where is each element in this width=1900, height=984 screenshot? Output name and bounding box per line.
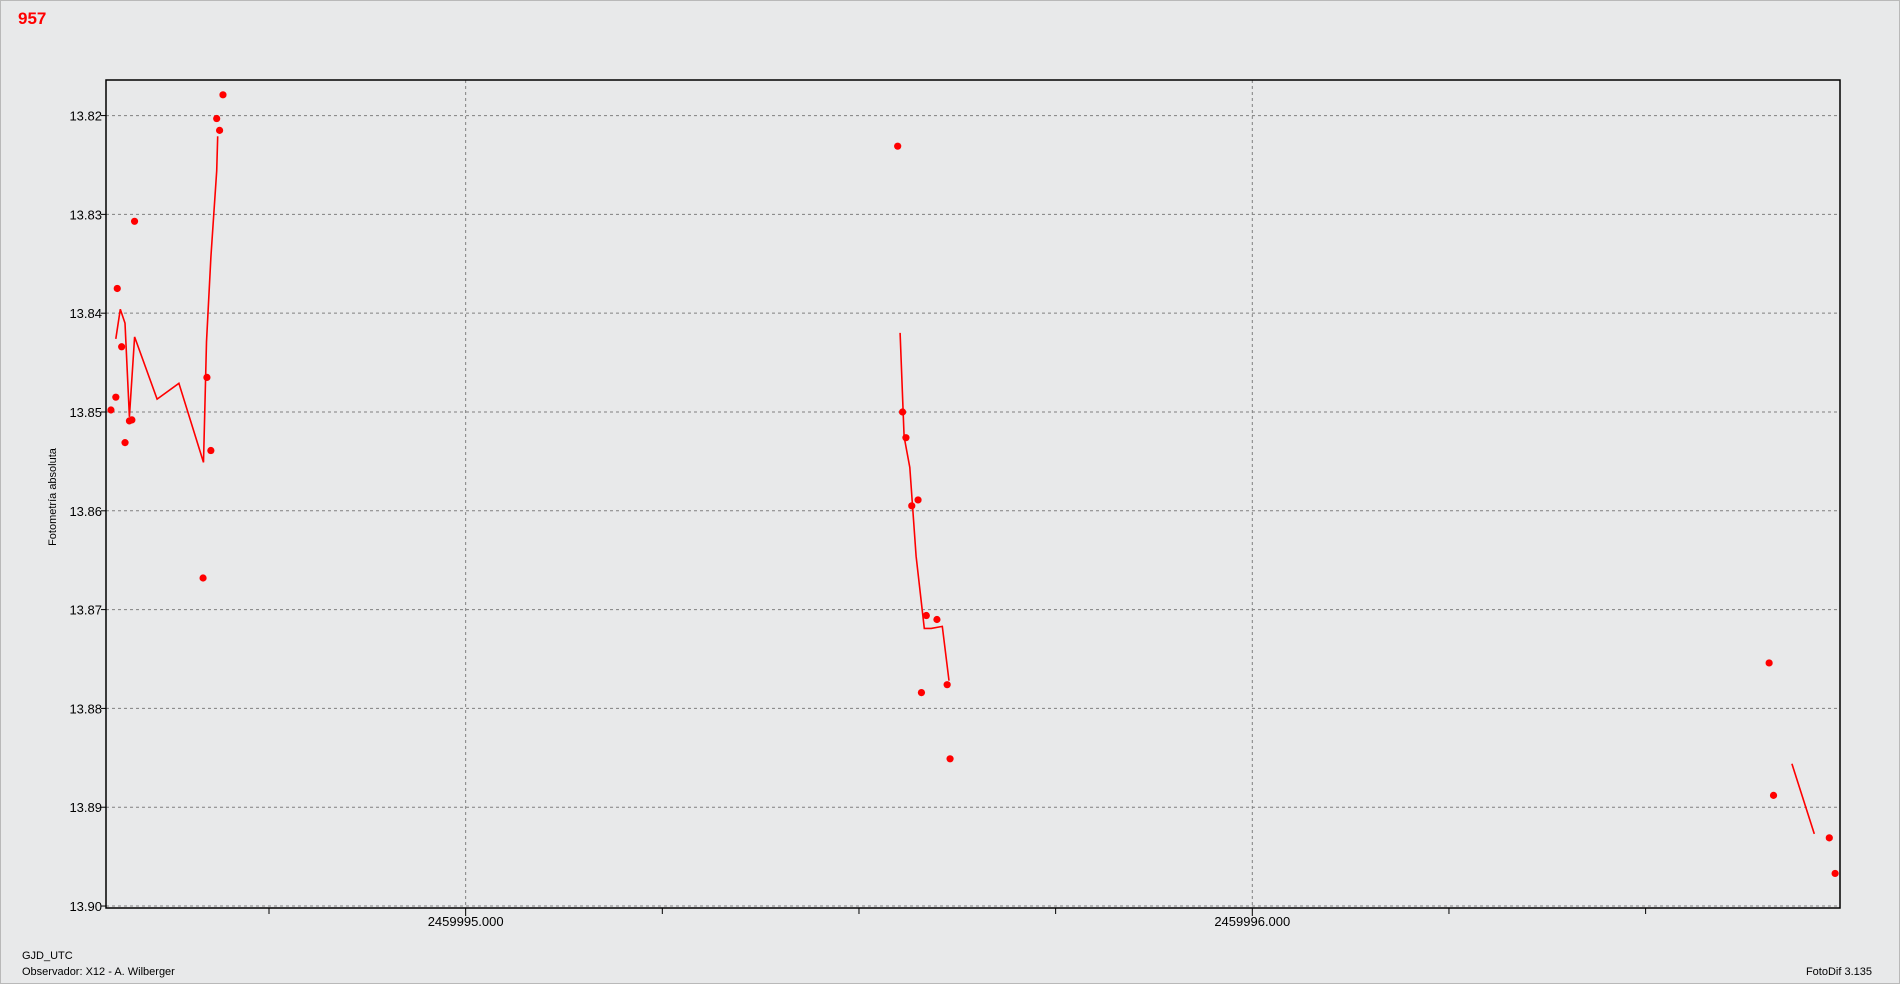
data-point xyxy=(207,446,215,455)
software-version: FotoDif 3.135 xyxy=(1805,966,1872,978)
data-point xyxy=(1765,659,1773,667)
data-point xyxy=(213,114,221,123)
y-tick-label: 13.90 xyxy=(69,899,102,914)
data-point xyxy=(128,416,136,424)
data-point xyxy=(933,615,941,624)
data-point xyxy=(917,689,926,697)
data-point xyxy=(1825,834,1833,842)
y-tick-label: 13.85 xyxy=(69,405,102,420)
y-tick-label: 13.84 xyxy=(69,306,102,321)
y-tick-label: 13.83 xyxy=(69,207,102,222)
data-point xyxy=(219,91,227,99)
data-point xyxy=(922,611,930,620)
data-point xyxy=(121,439,129,447)
data-point xyxy=(199,574,207,582)
y-tick-label: 13.86 xyxy=(69,504,102,519)
observer-text: Observador: X12 - A. Wilberger xyxy=(22,966,175,978)
data-point xyxy=(898,408,907,416)
plot-border xyxy=(105,79,1841,909)
data-point xyxy=(130,217,139,225)
x-tick-label: 2459996.000 xyxy=(1214,914,1290,929)
data-point xyxy=(112,393,120,401)
x-tick-label: 2459995.000 xyxy=(428,914,504,929)
data-point xyxy=(215,126,224,134)
trend-line xyxy=(115,136,219,463)
data-point xyxy=(914,496,922,504)
trend-line xyxy=(1791,763,1816,835)
x-axis-label: GJD_UTC xyxy=(22,950,73,962)
data-point xyxy=(1831,869,1839,878)
data-point xyxy=(902,434,910,442)
data-point xyxy=(203,373,211,382)
data-point xyxy=(908,502,916,510)
data-point xyxy=(1769,791,1778,799)
y-tick-label: 13.88 xyxy=(69,701,102,716)
data-point xyxy=(943,681,951,689)
data-point xyxy=(107,406,115,414)
data-point xyxy=(113,284,121,293)
chart-plot: 13.82 13.83 13.84 13.85 13.86 13.87 13.88 13.89… xyxy=(69,79,1841,929)
data-point xyxy=(946,755,954,763)
y-tick-label: 13.87 xyxy=(69,603,102,618)
y-tick-label: 13.82 xyxy=(69,109,102,124)
y-tick-label: 13.89 xyxy=(69,800,102,815)
trend-line xyxy=(899,332,950,681)
data-point xyxy=(118,343,126,351)
data-point xyxy=(894,142,902,150)
